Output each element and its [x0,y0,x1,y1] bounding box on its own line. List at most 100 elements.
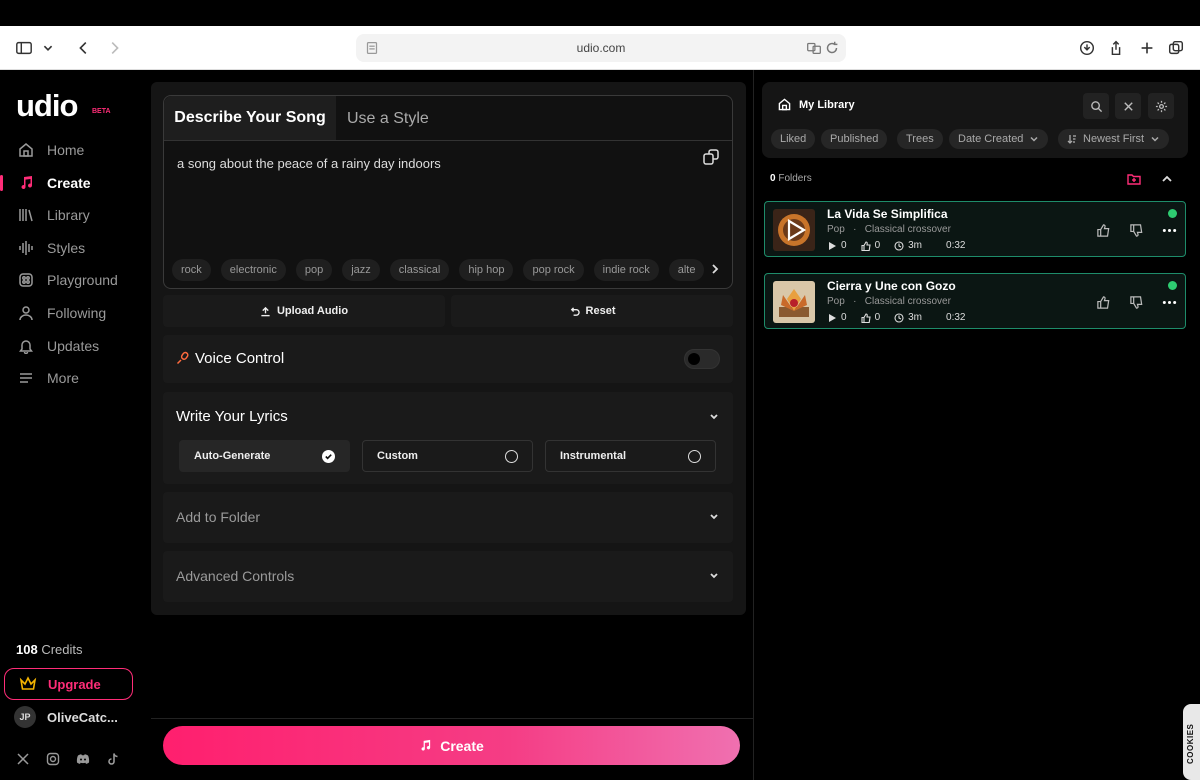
filter-liked[interactable]: Liked [771,129,816,149]
sort-icon [1067,135,1076,144]
x-twitter-icon[interactable] [16,752,30,766]
instagram-icon[interactable] [46,752,60,766]
tag-chip[interactable]: indie rock [593,259,659,281]
song-genres: Pop · Classical crossover [827,296,951,307]
sidebar-item-following[interactable]: Following [0,299,143,327]
song-actions [1096,223,1177,243]
chevron-down-icon[interactable] [38,38,58,58]
tabs-overview-icon[interactable] [1166,38,1186,58]
reset-button[interactable]: Reset [451,295,733,327]
search-button[interactable] [1083,93,1109,119]
lyrics-option-auto-generate[interactable]: Auto-Generate [179,440,350,472]
sidebar-item-more[interactable]: More [0,364,143,392]
udio-logo[interactable]: udio [16,88,78,124]
folders-count[interactable]: 0 Folders [770,173,812,184]
tab-describe-your-song[interactable]: Describe Your Song [164,96,336,141]
tag-chip[interactable]: pop [295,259,333,281]
chevron-up-icon[interactable] [1160,172,1174,186]
address-bar[interactable]: udio.com [356,34,846,62]
thumbs-down-icon[interactable] [1129,223,1144,243]
tag-chip[interactable]: alte [668,259,705,281]
crown-icon [19,675,37,693]
music-note-icon [421,739,431,751]
sidebar-item-playground[interactable]: Playground [0,266,143,294]
advanced-controls-section[interactable]: Advanced Controls [163,551,733,602]
reload-icon[interactable] [822,38,842,58]
cookies-tab[interactable]: COOKIES [1183,704,1200,780]
lyrics-section: Write Your Lyrics Auto-Generate Custom I… [163,392,733,484]
song-actions [1096,295,1177,315]
thumbs-up-icon[interactable] [1096,223,1111,243]
os-top-strip [0,0,1200,26]
panel-divider [753,70,754,780]
download-icon[interactable] [1077,38,1097,58]
forward-icon[interactable] [104,38,124,58]
chevron-right-icon[interactable] [708,262,722,276]
library-icon [18,207,34,223]
voice-control-section: Voice Control [163,335,733,383]
lyrics-option-instrumental[interactable]: Instrumental [545,440,716,472]
tag-chip[interactable]: jazz [342,259,380,281]
sidebar-item-label: Playground [47,272,118,288]
sidebar-item-home[interactable]: Home [0,136,143,164]
more-options-icon[interactable] [1162,295,1177,315]
song-title[interactable]: Cierra y Une con Gozo [827,279,956,293]
add-folder-icon[interactable] [1127,172,1141,186]
discord-icon[interactable] [76,752,90,766]
tag-chip[interactable]: pop rock [523,259,584,281]
tag-chip[interactable]: hip hop [459,259,514,281]
search-icon [1090,100,1102,112]
tag-chip[interactable]: classical [389,259,450,281]
translate-icon[interactable] [804,38,824,58]
sidebar: udio BETA Home Create Library Styles Pla… [0,70,143,780]
lyrics-option-custom[interactable]: Custom [362,440,533,472]
tabs-divider [164,140,732,141]
sidebar-item-create[interactable]: Create [0,169,143,197]
copy-icon[interactable] [702,148,720,166]
sidebar-item-library[interactable]: Library [0,201,143,229]
song-prompt-input[interactable]: a song about the peace of a rainy day in… [177,156,441,171]
voice-control-toggle[interactable] [684,349,720,369]
song-duration: 0:32 [946,312,966,323]
tiktok-icon[interactable] [106,752,120,766]
sidebar-toggle-icon[interactable] [14,38,34,58]
tab-use-a-style[interactable]: Use a Style [347,96,429,141]
filter-trees[interactable]: Trees [897,129,943,149]
chevron-down-icon [1030,136,1038,142]
song-row[interactable]: La Vida Se Simplifica Pop · Classical cr… [764,201,1186,257]
thumbs-down-icon[interactable] [1129,295,1144,315]
thumbs-up-icon[interactable] [1096,295,1111,315]
create-button[interactable]: Create [163,726,740,765]
filter-published[interactable]: Published [821,129,888,149]
reset-icon [570,306,580,316]
sort-newest-first[interactable]: Newest First [1058,129,1170,149]
song-title[interactable]: La Vida Se Simplifica [827,207,948,221]
close-button[interactable] [1115,93,1141,119]
upload-audio-button[interactable]: Upload Audio [163,295,445,327]
upgrade-button[interactable]: Upgrade [4,668,133,700]
radio-icon [505,449,518,463]
more-options-icon[interactable] [1162,223,1177,243]
new-tab-icon[interactable] [1137,38,1157,58]
option-label: Instrumental [560,450,627,462]
song-row[interactable]: Cierra y Une con Gozo Pop · Classical cr… [764,273,1186,329]
sidebar-item-styles[interactable]: Styles [0,234,143,262]
tag-chip[interactable]: electronic [220,259,286,281]
back-icon[interactable] [74,38,94,58]
library-header: My Library Liked Published Trees Date Cr… [762,82,1188,158]
user-profile[interactable]: JP OliveCatc... [14,706,118,728]
option-label: Auto-Generate [194,450,271,462]
tag-chip[interactable]: rock [172,259,211,281]
sort-newest-first-label: Newest First [1083,133,1145,145]
chevron-down-icon[interactable] [707,410,721,424]
song-cover-art[interactable] [773,209,815,251]
share-icon[interactable] [1106,38,1126,58]
lyrics-title[interactable]: Write Your Lyrics [176,408,288,425]
add-to-folder-section[interactable]: Add to Folder [163,492,733,543]
settings-button[interactable] [1148,93,1174,119]
sidebar-item-updates[interactable]: Updates [0,332,143,360]
create-panel: Describe Your Song Use a Style a song ab… [151,82,746,615]
song-cover-art[interactable] [773,281,815,323]
active-indicator [0,175,3,191]
sort-date-created[interactable]: Date Created [949,129,1049,149]
